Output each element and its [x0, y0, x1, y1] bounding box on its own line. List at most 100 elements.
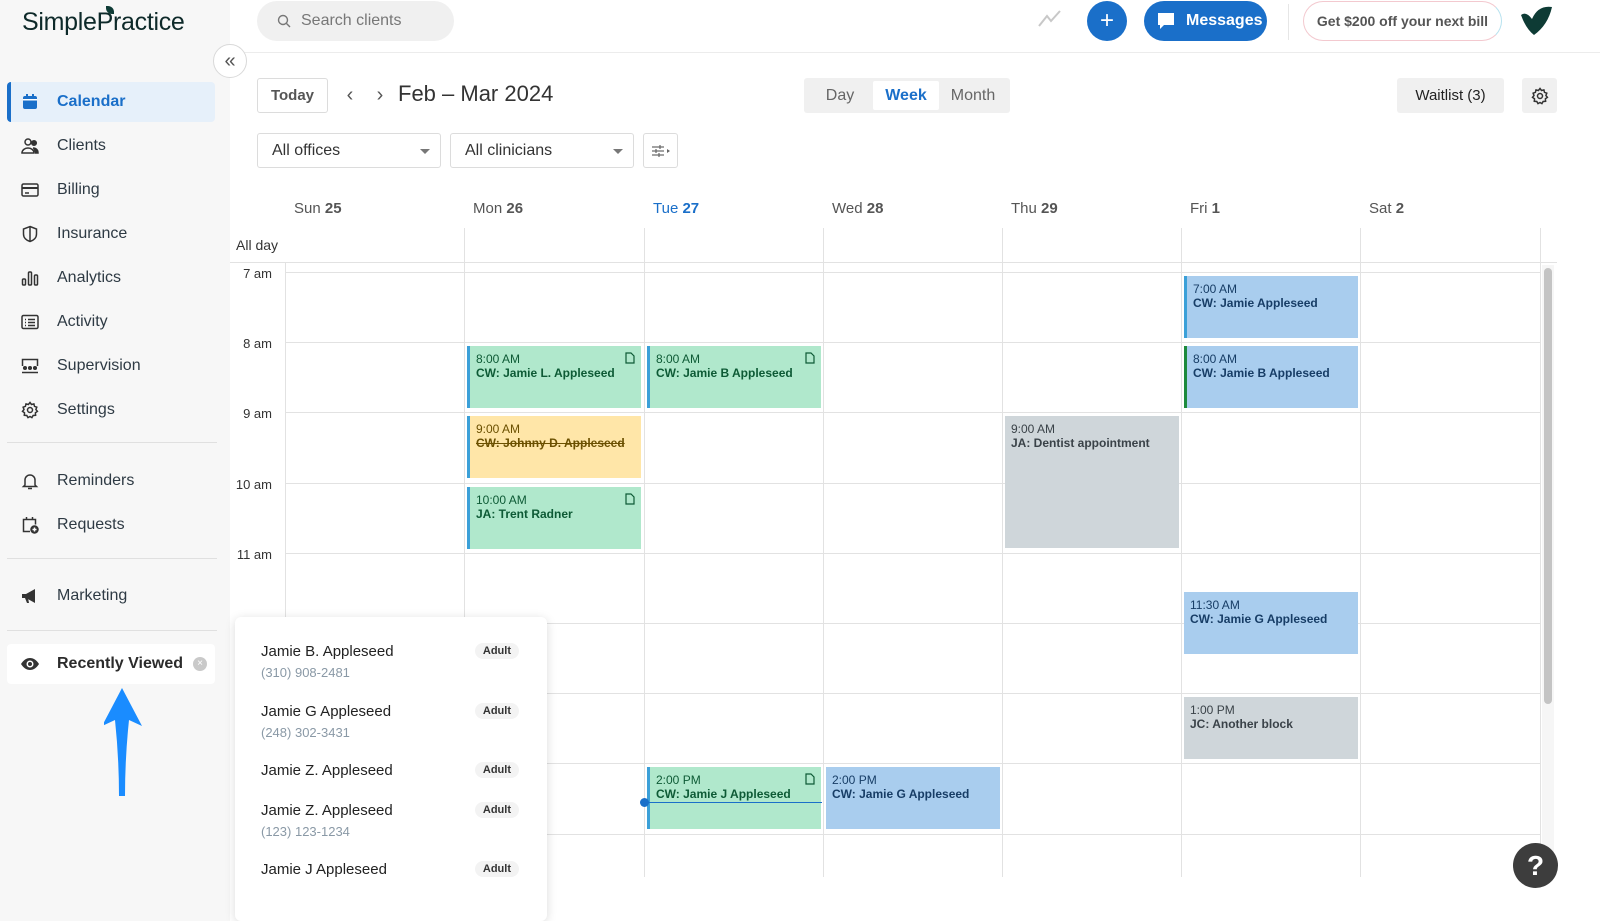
day-header[interactable]: Sat 2 — [1369, 200, 1404, 217]
sidebar: SimplePractice Calendar Clients Billing … — [0, 0, 230, 921]
create-button[interactable]: + — [1087, 1, 1127, 41]
waitlist-button[interactable]: Waitlist (3) — [1397, 78, 1504, 113]
day-date: 26 — [506, 200, 524, 217]
sidebar-item-calendar[interactable]: Calendar — [7, 82, 215, 122]
waitlist-label: Waitlist (3) — [1415, 87, 1486, 104]
event-time: 7:00 AM — [1193, 282, 1238, 296]
note-icon — [625, 352, 635, 364]
day-header[interactable]: Thu 29 — [1011, 200, 1058, 217]
sidebar-item-settings[interactable]: Settings — [7, 390, 215, 430]
logo[interactable]: SimplePractice — [22, 6, 185, 37]
day-of-week: Sun — [294, 200, 321, 217]
trend-icon[interactable] — [1037, 8, 1063, 30]
appointment-event[interactable]: 2:00 PM CW: Jamie G Appleseed — [826, 767, 1000, 829]
day-header[interactable]: Mon 26 — [473, 200, 523, 217]
appointment-event[interactable]: 7:00 AM CW: Jamie Appleseed — [1184, 276, 1358, 338]
event-time: 10:00 AM — [476, 493, 527, 507]
appointment-event[interactable]: 10:00 AM JA: Trent Radner — [467, 487, 641, 549]
recent-client-item[interactable]: Jamie Z. Appleseed Adult — [261, 762, 523, 779]
filter-options-button[interactable] — [643, 133, 678, 168]
avatar[interactable] — [1518, 5, 1554, 37]
day-header[interactable]: Sun 25 — [294, 200, 342, 217]
day-header[interactable]: Fri 1 — [1190, 200, 1220, 217]
day-date: 2 — [1395, 200, 1405, 217]
sidebar-item-label: Analytics — [57, 269, 122, 286]
day-date: 1 — [1211, 200, 1221, 217]
recent-client-item[interactable]: Jamie Z. Appleseed (123) 123-1234 Adult — [261, 802, 523, 839]
event-time: 2:00 PM — [656, 773, 701, 787]
day-header-today[interactable]: Tue 27 — [653, 200, 699, 217]
sidebar-item-billing[interactable]: Billing — [7, 170, 215, 210]
promo-button[interactable]: Get $200 off your next bill — [1303, 1, 1502, 41]
chevron-left-icon: ‹ — [346, 84, 354, 106]
event-title: JC: Another block — [1190, 717, 1293, 731]
calendar-plus-icon — [7, 516, 53, 534]
day-header[interactable]: Wed 28 — [832, 200, 883, 217]
calendar-scrollbar[interactable] — [1542, 265, 1554, 877]
day-date: 25 — [324, 200, 342, 217]
app: SimplePractice Calendar Clients Billing … — [0, 0, 1600, 921]
appointment-event[interactable]: 9:00 AM CW: Johnny D. Appleseed — [467, 416, 641, 478]
tab-week[interactable]: Week — [873, 81, 939, 110]
prev-week-button[interactable]: ‹ — [340, 84, 360, 107]
messages-label: Messages — [1186, 12, 1263, 29]
recently-viewed-popup: Jamie B. Appleseed (310) 908-2481 Adult … — [235, 617, 547, 921]
sidebar-item-label: Calendar — [57, 93, 126, 110]
recent-client-item[interactable]: Jamie G Appleseed (248) 302-3431 Adult — [261, 703, 523, 740]
sidebar-item-analytics[interactable]: Analytics — [7, 258, 215, 298]
appointment-event[interactable]: 8:00 AM CW: Jamie B Appleseed — [647, 346, 821, 408]
client-phone: (123) 123-1234 — [261, 824, 350, 839]
event-title: CW: Jamie G Appleseed — [832, 787, 970, 801]
sidebar-item-marketing[interactable]: Marketing — [7, 576, 215, 616]
tab-month[interactable]: Month — [939, 81, 1007, 110]
question-icon: ? — [1526, 849, 1545, 881]
current-time-dot — [640, 798, 649, 807]
today-button[interactable]: Today — [257, 78, 328, 113]
day-of-week: Wed — [832, 200, 863, 217]
today-label: Today — [270, 87, 315, 104]
note-icon — [805, 773, 815, 785]
appointment-event[interactable]: 1:00 PM JC: Another block — [1184, 697, 1358, 759]
sidebar-item-activity[interactable]: Activity — [7, 302, 215, 342]
messages-button[interactable]: Messages — [1144, 1, 1267, 41]
day-date: 27 — [682, 200, 700, 217]
collapse-sidebar-button[interactable]: « — [213, 44, 247, 78]
sidebar-item-label: Supervision — [57, 357, 141, 374]
tab-day[interactable]: Day — [807, 81, 873, 110]
appointment-event[interactable]: 8:00 AM CW: Jamie B Appleseed — [1184, 346, 1358, 408]
client-type-badge: Adult — [474, 861, 519, 877]
appointment-event[interactable]: 11:30 AM CW: Jamie G Appleseed — [1184, 592, 1358, 654]
sidebar-item-recently-viewed[interactable]: Recently Viewed × — [7, 644, 215, 684]
office-filter-select[interactable]: All offices — [257, 133, 441, 168]
note-icon — [805, 352, 815, 364]
topbar-border — [230, 52, 1600, 53]
supervision-icon — [7, 357, 53, 375]
sidebar-divider — [7, 558, 217, 559]
day-date: 28 — [866, 200, 884, 217]
bar-chart-icon — [7, 269, 53, 287]
calendar-settings-button[interactable] — [1522, 78, 1557, 113]
sidebar-item-label: Recently Viewed — [57, 655, 183, 672]
sidebar-item-supervision[interactable]: Supervision — [7, 346, 215, 386]
clinician-filter-select[interactable]: All clinicians — [450, 133, 634, 168]
help-button[interactable]: ? — [1513, 843, 1558, 888]
next-week-button[interactable]: › — [370, 84, 390, 107]
appointment-event[interactable]: 2:00 PM CW: Jamie J Appleseed — [647, 767, 821, 829]
event-title: JA: Dentist appointment — [1011, 436, 1150, 450]
recent-client-item[interactable]: Jamie B. Appleseed (310) 908-2481 Adult — [261, 643, 523, 680]
megaphone-icon — [7, 587, 53, 605]
sidebar-item-requests[interactable]: Requests — [7, 505, 215, 545]
sidebar-item-clients[interactable]: Clients — [7, 126, 215, 166]
sidebar-item-reminders[interactable]: Reminders — [7, 461, 215, 501]
recent-client-item[interactable]: Jamie J Appleseed Adult — [261, 861, 523, 878]
appointment-event[interactable]: 8:00 AM CW: Jamie L. Appleseed — [467, 346, 641, 408]
scrollbar-thumb[interactable] — [1544, 268, 1552, 704]
search-input[interactable]: Search clients — [257, 1, 454, 41]
logo-text: SimplePractice — [22, 8, 185, 36]
appointment-event[interactable]: 9:00 AM JA: Dentist appointment — [1005, 416, 1179, 548]
time-label: 8 am — [243, 336, 272, 351]
sidebar-item-insurance[interactable]: Insurance — [7, 214, 215, 254]
caret-down-icon — [420, 149, 430, 154]
day-date: 29 — [1041, 200, 1058, 217]
close-icon[interactable]: × — [193, 657, 207, 671]
